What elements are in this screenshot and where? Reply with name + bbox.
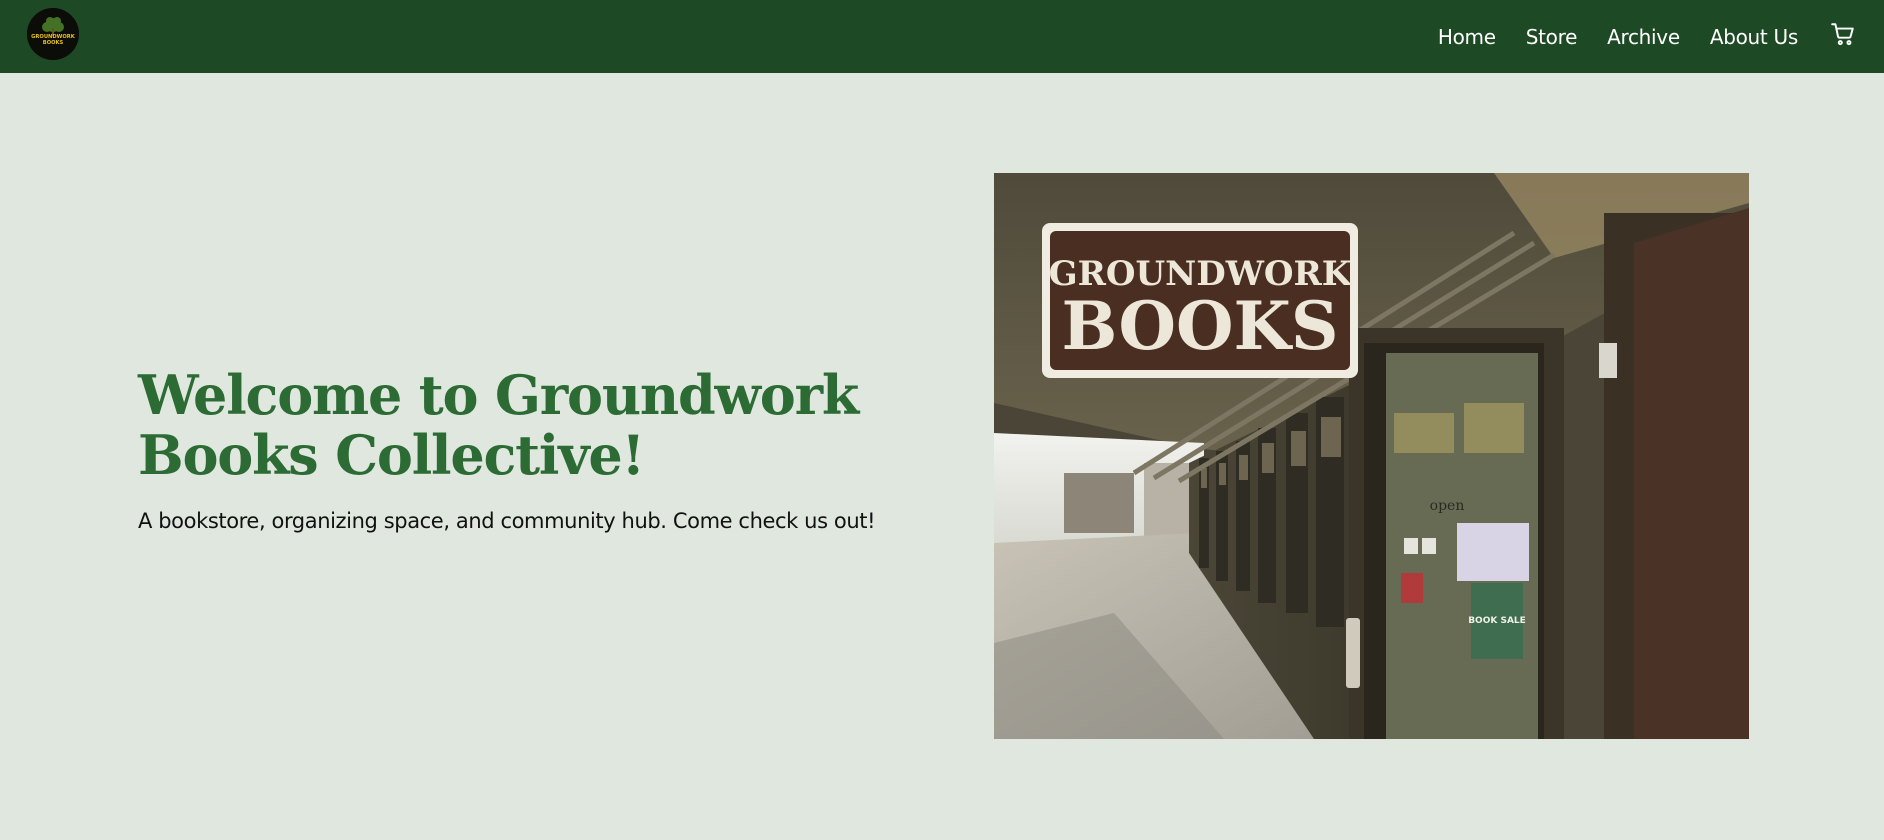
groundwork-books-logo[interactable]: GROUNDWORK BOOKS xyxy=(27,8,79,60)
door-poster-text: BOOK SALE xyxy=(1468,616,1526,626)
shopping-cart-icon xyxy=(1831,22,1854,45)
nav-home-link[interactable]: Home xyxy=(1438,27,1496,47)
door-open-sign: open xyxy=(1430,498,1465,514)
hero-title: Welcome to Groundwork Books Collective! xyxy=(138,363,859,487)
storefront-photo: BOOK SALE open GROUNDWORK BOOKS xyxy=(994,173,1749,739)
nav-archive-link[interactable]: Archive xyxy=(1607,27,1680,47)
storefront-sign-line2: BOOKS xyxy=(1061,287,1338,365)
nav-store-link[interactable]: Store xyxy=(1526,27,1578,47)
site-header: GROUNDWORK BOOKS Home Store Archive Abou… xyxy=(0,0,1884,73)
logo-text-line2: BOOKS xyxy=(43,40,64,46)
hero-subtitle: A bookstore, organizing space, and commu… xyxy=(138,509,876,533)
cart-button[interactable] xyxy=(1829,20,1857,48)
hero-intro: Welcome to Groundwork Books Collective! … xyxy=(138,365,898,535)
nav-about-us-link[interactable]: About Us xyxy=(1710,27,1798,47)
main-nav: Home Store Archive About Us xyxy=(1408,0,1884,73)
